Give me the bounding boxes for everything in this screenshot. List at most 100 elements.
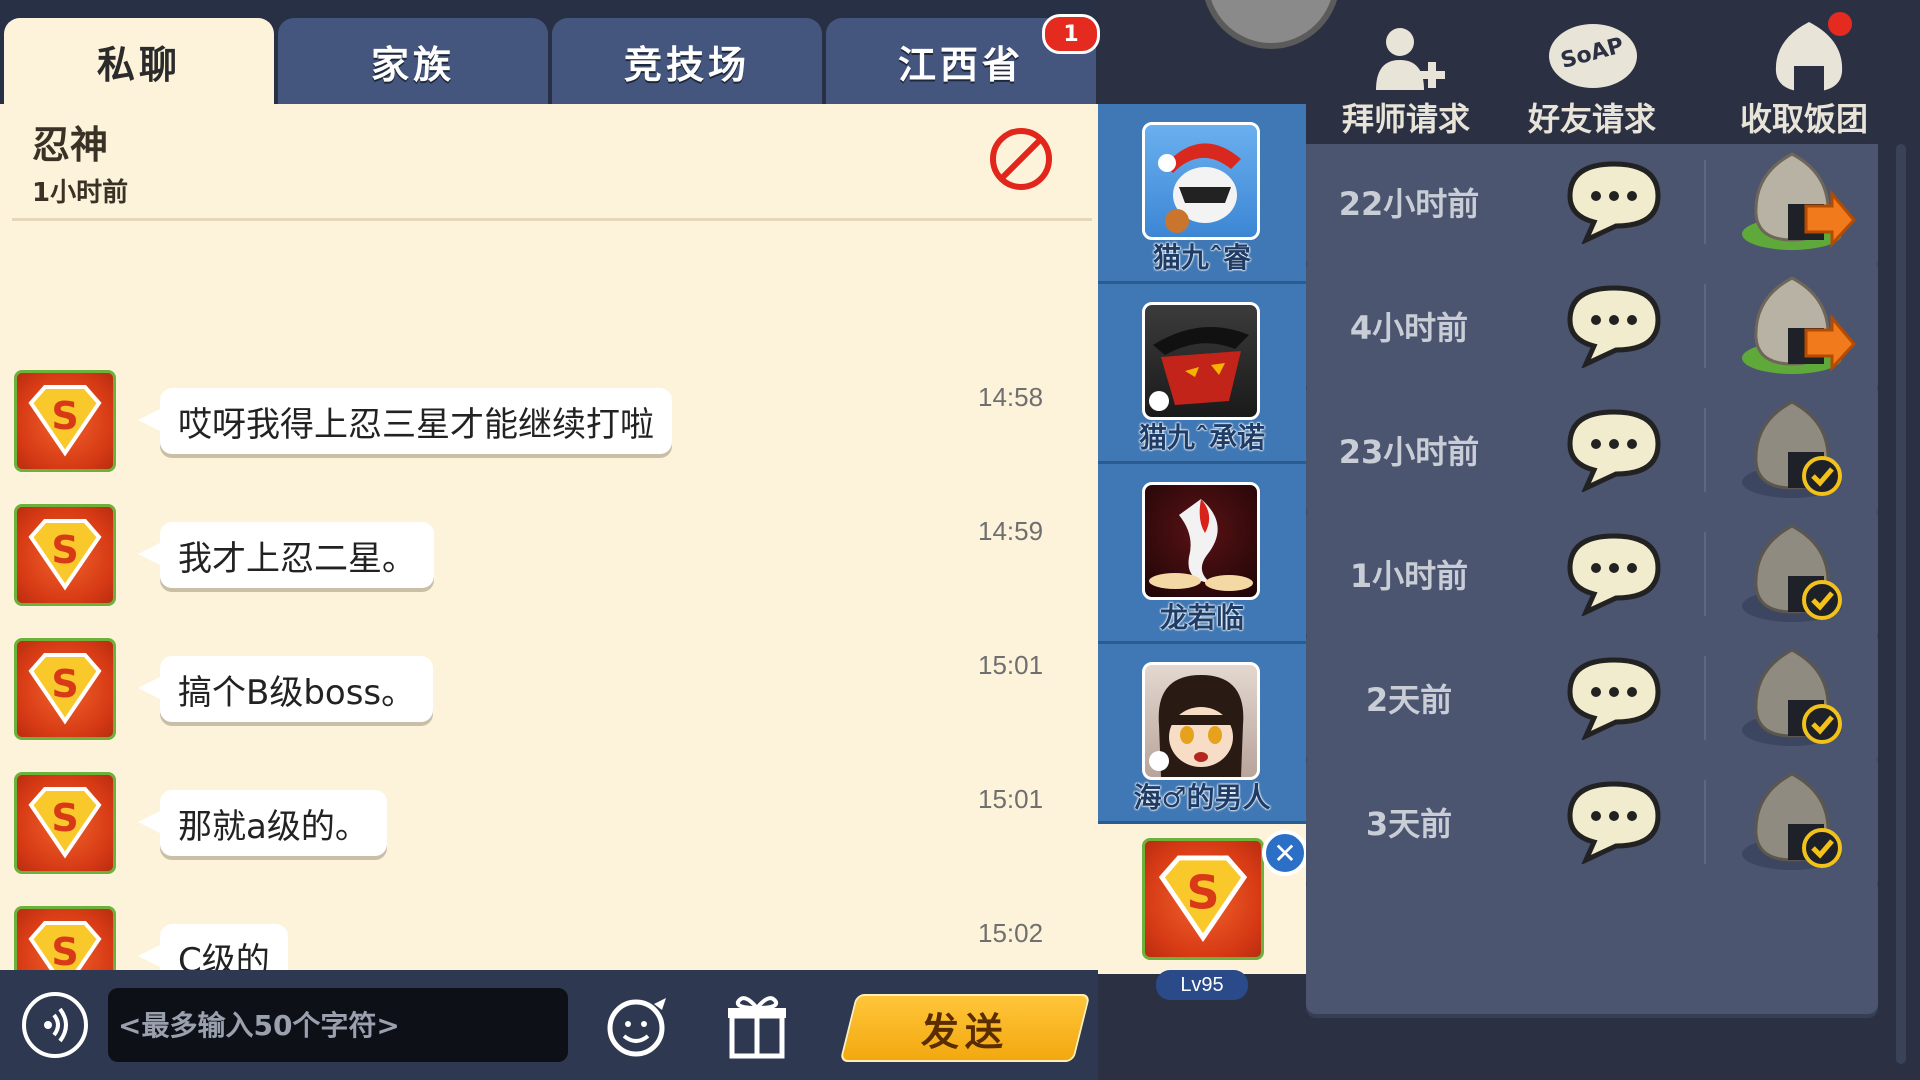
- emoji-icon[interactable]: [604, 990, 674, 1060]
- row-divider: [1704, 408, 1706, 492]
- tab-label: 私聊: [96, 42, 181, 87]
- superman-avatar-icon[interactable]: S: [14, 772, 116, 874]
- message-time: 15:02: [978, 918, 1044, 948]
- friend-list-scrollbar[interactable]: [1896, 144, 1906, 1064]
- top-button-label: 好友请求: [1527, 100, 1656, 138]
- tab-province[interactable]: 江西省 1: [826, 14, 1100, 104]
- contact-item[interactable]: 海♂的男人: [1098, 644, 1306, 824]
- tab-label: 家族: [370, 42, 455, 87]
- contact-name: 猫九ˆ承诺: [1138, 421, 1265, 454]
- message-bubble: 那就a级的。: [138, 790, 387, 856]
- friend-row: 1小时前: [1306, 506, 1878, 642]
- superman-avatar-icon[interactable]: S: [14, 906, 116, 970]
- collect-rice-ball-button[interactable]: 收取饭团: [1704, 10, 1904, 140]
- send-button-label: 发送: [920, 1009, 1009, 1054]
- message-time: 14:58: [978, 382, 1044, 412]
- chat-bubble-icon[interactable]: [1564, 282, 1664, 368]
- chat-bubble-icon[interactable]: [1564, 654, 1664, 740]
- chat-contact-last-seen: 1小时前: [32, 178, 129, 208]
- contact-name: 猫九ˆ睿: [1152, 241, 1251, 274]
- row-divider: [1704, 160, 1706, 244]
- chat-bubble-icon[interactable]: [1564, 530, 1664, 616]
- friend-row: 22小时前: [1306, 144, 1878, 270]
- svg-text:S: S: [51, 662, 78, 706]
- message-bubble: C级的: [138, 924, 288, 970]
- message-list[interactable]: S 哎呀我得上忍三星才能继续打啦 14:58 S 我才上忍二星。 14:59 S…: [0, 234, 1098, 970]
- close-icon[interactable]: ✕: [1262, 830, 1308, 876]
- voice-input-button[interactable]: [22, 992, 88, 1058]
- game-chat-screen: 私聊 家族 竞技场 江西省 1 忍神 1小时前 S 哎呀我得上忍三星才能继续打啦…: [0, 0, 1920, 1080]
- add-mentor-icon: [1376, 28, 1445, 90]
- chat-header: 忍神 1小时前: [12, 104, 1092, 221]
- tab-arena[interactable]: 竞技场: [552, 18, 822, 104]
- superman-avatar-icon[interactable]: S: [14, 370, 116, 472]
- message-input[interactable]: [108, 988, 568, 1062]
- svg-text:S: S: [51, 930, 78, 970]
- tab-private-chat[interactable]: 私聊: [4, 18, 274, 104]
- friend-last-online: 4小时前: [1349, 309, 1469, 347]
- friend-row: [1306, 878, 1878, 1014]
- top-button-label: 拜师请求: [1341, 100, 1470, 138]
- friend-row: 3天前: [1306, 754, 1878, 890]
- contact-item[interactable]: 猫九ˆ睿: [1098, 104, 1306, 284]
- friend-row: 4小时前: [1306, 258, 1878, 394]
- chat-bubble-icon[interactable]: [1564, 778, 1664, 864]
- superman-avatar-icon[interactable]: S: [14, 638, 116, 740]
- friend-last-online: 23小时前: [1338, 433, 1480, 471]
- koi-avatar-icon: [1142, 482, 1260, 600]
- chat-message: S 哎呀我得上忍三星才能继续打啦 14:58: [0, 370, 1098, 500]
- chat-bubble-icon[interactable]: [1564, 158, 1664, 244]
- tab-label: 竞技场: [623, 42, 750, 87]
- row-divider: [1704, 284, 1706, 368]
- friend-request-button[interactable]: SoAP 好友请求: [1492, 10, 1692, 140]
- message-bubble: 哎呀我得上忍三星才能继续打啦: [138, 388, 672, 454]
- chat-bubble-icon[interactable]: [1564, 406, 1664, 492]
- soap-icon: SoAP: [1549, 24, 1637, 88]
- friend-last-online: 22小时前: [1338, 185, 1480, 223]
- contact-item[interactable]: 猫九ˆ承诺: [1098, 284, 1306, 464]
- rice-ball-icon: [1775, 12, 1852, 92]
- mentor-request-button[interactable]: 拜师请求: [1306, 10, 1506, 140]
- message-bubble: 搞个B级boss。: [137, 656, 434, 722]
- friend-last-online: 1小时前: [1349, 557, 1469, 595]
- rice-ball-sent-icon: [1742, 524, 1842, 622]
- superman-avatar-icon: S: [1142, 838, 1264, 960]
- friend-list[interactable]: 22小时前 4小时前 23小时前 1小时前 2天前 3天前: [1306, 144, 1896, 1064]
- tab-label: 江西省: [897, 42, 1024, 87]
- row-divider: [1704, 656, 1706, 740]
- svg-text:S: S: [51, 528, 78, 572]
- masked-ninja-avatar-icon: [1142, 302, 1260, 420]
- send-button[interactable]: 发送: [839, 994, 1091, 1062]
- chat-message: S 搞个B级boss。 15:01: [0, 638, 1098, 768]
- chat-contact-name: 忍神: [32, 123, 109, 167]
- unread-badge: 1: [1042, 14, 1100, 54]
- tab-family[interactable]: 家族: [278, 18, 548, 104]
- friend-row: 23小时前: [1306, 382, 1878, 518]
- friend-last-online: 3天前: [1365, 805, 1453, 843]
- svg-text:S: S: [51, 394, 78, 438]
- friend-row: 2天前: [1306, 630, 1878, 766]
- row-divider: [1704, 780, 1706, 864]
- level-badge: Lv95: [1156, 970, 1248, 1000]
- contact-name: 龙若临: [1159, 601, 1244, 634]
- santa-ninja-avatar-icon: [1142, 122, 1260, 240]
- rice-ball-sent-icon: [1742, 648, 1842, 746]
- message-time: 14:59: [978, 516, 1044, 546]
- top-button-label: 收取饭团: [1739, 100, 1868, 138]
- svg-text:S: S: [51, 796, 78, 840]
- chat-tab-bar: 私聊 家族 竞技场 江西省 1: [0, 0, 1100, 104]
- row-divider: [1704, 532, 1706, 616]
- message-time: 15:01: [978, 784, 1044, 814]
- block-icon[interactable]: [988, 126, 1054, 192]
- contact-item[interactable]: 龙若临: [1098, 464, 1306, 644]
- superman-avatar-icon[interactable]: S: [14, 504, 116, 606]
- gift-icon[interactable]: [726, 990, 788, 1060]
- message-bubble: 我才上忍二星。: [138, 522, 434, 588]
- chat-message: S 我才上忍二星。 14:59: [0, 504, 1098, 634]
- chat-message: S C级的 15:02: [0, 906, 1098, 970]
- svg-text:S: S: [1186, 866, 1219, 920]
- send-rice-ball-icon[interactable]: [1736, 268, 1856, 384]
- contact-name: 海♂的男人: [1133, 781, 1271, 814]
- send-rice-ball-icon[interactable]: [1736, 144, 1856, 260]
- speaker-wave-icon: [44, 1007, 68, 1043]
